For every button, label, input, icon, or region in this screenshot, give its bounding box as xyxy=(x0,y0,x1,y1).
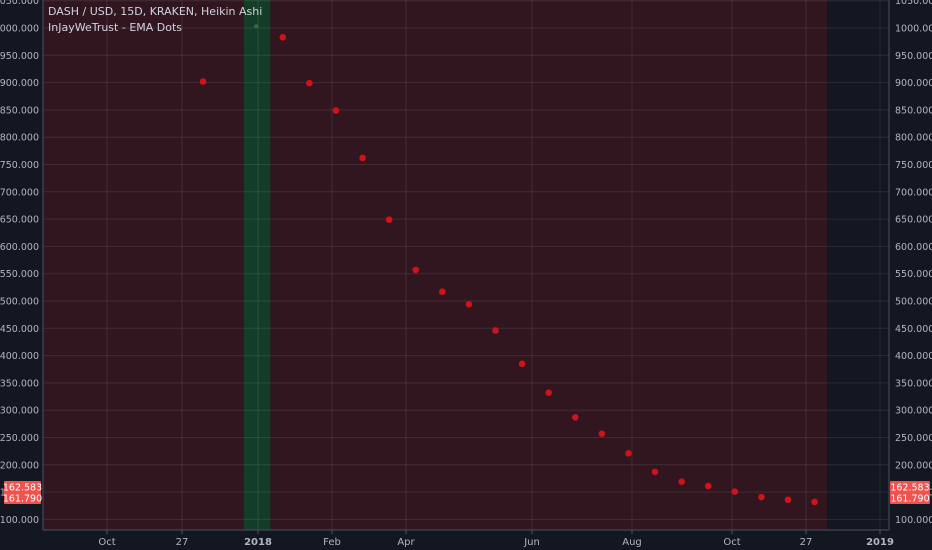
background-region xyxy=(243,0,271,530)
y-tick-label-right: 850.000 xyxy=(895,105,932,116)
y-tick-label-right: 950.000 xyxy=(895,51,932,62)
data-point[interactable] xyxy=(758,493,765,501)
data-point[interactable] xyxy=(651,468,659,476)
data-point[interactable] xyxy=(412,266,420,274)
price-label-right: 161.790 xyxy=(890,494,929,505)
y-tick-label-right: 300.000 xyxy=(895,406,932,417)
data-point[interactable] xyxy=(492,327,499,334)
y-tick-label-right: 900.000 xyxy=(895,78,932,89)
data-point[interactable] xyxy=(571,413,579,421)
y-tick-label-left: 950.000 xyxy=(0,51,39,62)
indicator-name: InJayWeTrust - EMA Dots xyxy=(48,21,183,34)
x-tick-label: Feb xyxy=(323,537,341,548)
data-point[interactable] xyxy=(359,154,366,162)
data-point[interactable] xyxy=(598,430,606,437)
y-tick-label-left: 650.000 xyxy=(0,215,39,226)
y-tick-label-right: 650.000 xyxy=(895,215,932,226)
x-tick-label: Apr xyxy=(397,537,415,548)
y-tick-label-left: 500.000 xyxy=(0,297,39,308)
y-tick-label-left: 550.000 xyxy=(0,269,39,280)
y-tick-label-left: 600.000 xyxy=(0,242,39,253)
y-tick-label-left: 750.000 xyxy=(0,160,39,171)
y-tick-label-right: 250.000 xyxy=(895,433,932,444)
x-tick-label: 2019 xyxy=(866,537,894,548)
data-point[interactable] xyxy=(811,498,818,506)
y-tick-label-left: 300.000 xyxy=(0,406,39,417)
data-point[interactable] xyxy=(678,478,685,486)
y-tick-label-right: 750.000 xyxy=(895,160,932,171)
y-tick-label-right: 1000.000 xyxy=(895,24,932,35)
y-tick-label-left: 350.000 xyxy=(0,378,39,389)
y-tick-label-left: 1000.000 xyxy=(0,24,39,35)
data-point[interactable] xyxy=(704,482,712,490)
data-point[interactable] xyxy=(332,107,340,114)
y-tick-label-right: 800.000 xyxy=(895,133,932,144)
data-point[interactable] xyxy=(385,216,393,223)
chart-legend: DASH / USD, 15D, KRAKEN, Heikin Ashi InJ… xyxy=(48,4,262,36)
x-tick-label: Oct xyxy=(98,537,115,548)
price-label-right: 162.583 xyxy=(890,483,929,494)
y-tick-label-right: 350.000 xyxy=(895,378,932,389)
y-tick-label-right: 600.000 xyxy=(895,242,932,253)
data-point[interactable] xyxy=(306,79,313,87)
x-tick-label: Jun xyxy=(523,537,540,548)
price-label-left: 161.790 xyxy=(3,494,42,505)
x-tick-label: Aug xyxy=(622,537,642,548)
price-label-left: 162.583 xyxy=(3,483,42,494)
y-tick-label-right: 500.000 xyxy=(895,297,932,308)
y-tick-label-right: 450.000 xyxy=(895,324,932,335)
y-tick-label-left: 700.000 xyxy=(0,187,39,198)
y-tick-label-left: 800.000 xyxy=(0,133,39,144)
x-tick-label: 2018 xyxy=(244,537,272,548)
y-tick-label-left: 100.000 xyxy=(0,515,39,526)
y-tick-label-right: 100.000 xyxy=(895,515,932,526)
y-tick-label-left: 400.000 xyxy=(0,351,39,362)
y-tick-label-left: 250.000 xyxy=(0,433,39,444)
background-region xyxy=(270,0,827,530)
chart-canvas[interactable]: 1050.000 1050.000 1000.000 1000.000 950.000 9… xyxy=(0,0,932,550)
y-tick-label-right: 400.000 xyxy=(895,351,932,362)
y-tick-label-right: 1050.000 xyxy=(895,0,932,7)
y-tick-label-right: 550.000 xyxy=(895,269,932,280)
data-point[interactable] xyxy=(784,496,792,504)
data-point[interactable] xyxy=(625,450,632,457)
data-point[interactable] xyxy=(518,360,526,368)
y-tick-label-left: 450.000 xyxy=(0,324,39,335)
data-point[interactable] xyxy=(465,300,473,308)
data-point[interactable] xyxy=(439,288,446,296)
data-point[interactable] xyxy=(545,389,552,397)
chart-title: DASH / USD, 15D, KRAKEN, Heikin Ashi xyxy=(48,5,263,18)
data-point[interactable] xyxy=(199,78,207,85)
data-point[interactable] xyxy=(731,488,739,495)
x-tick-label: 27 xyxy=(176,537,189,548)
background-region xyxy=(43,0,244,530)
y-tick-label-left: 1050.000 xyxy=(0,0,39,7)
y-tick-label-left: 900.000 xyxy=(0,78,39,89)
x-tick-label: 27 xyxy=(800,537,813,548)
y-tick-label-right: 700.000 xyxy=(895,187,932,198)
y-tick-label-left: 850.000 xyxy=(0,105,39,116)
chart-root[interactable]: 1050.000 1050.000 1000.000 1000.000 950.000 9… xyxy=(0,0,932,550)
x-tick-label: Oct xyxy=(723,537,740,548)
data-point[interactable] xyxy=(279,33,287,41)
y-tick-label-left: 200.000 xyxy=(0,460,39,471)
y-tick-label-right: 200.000 xyxy=(895,460,932,471)
